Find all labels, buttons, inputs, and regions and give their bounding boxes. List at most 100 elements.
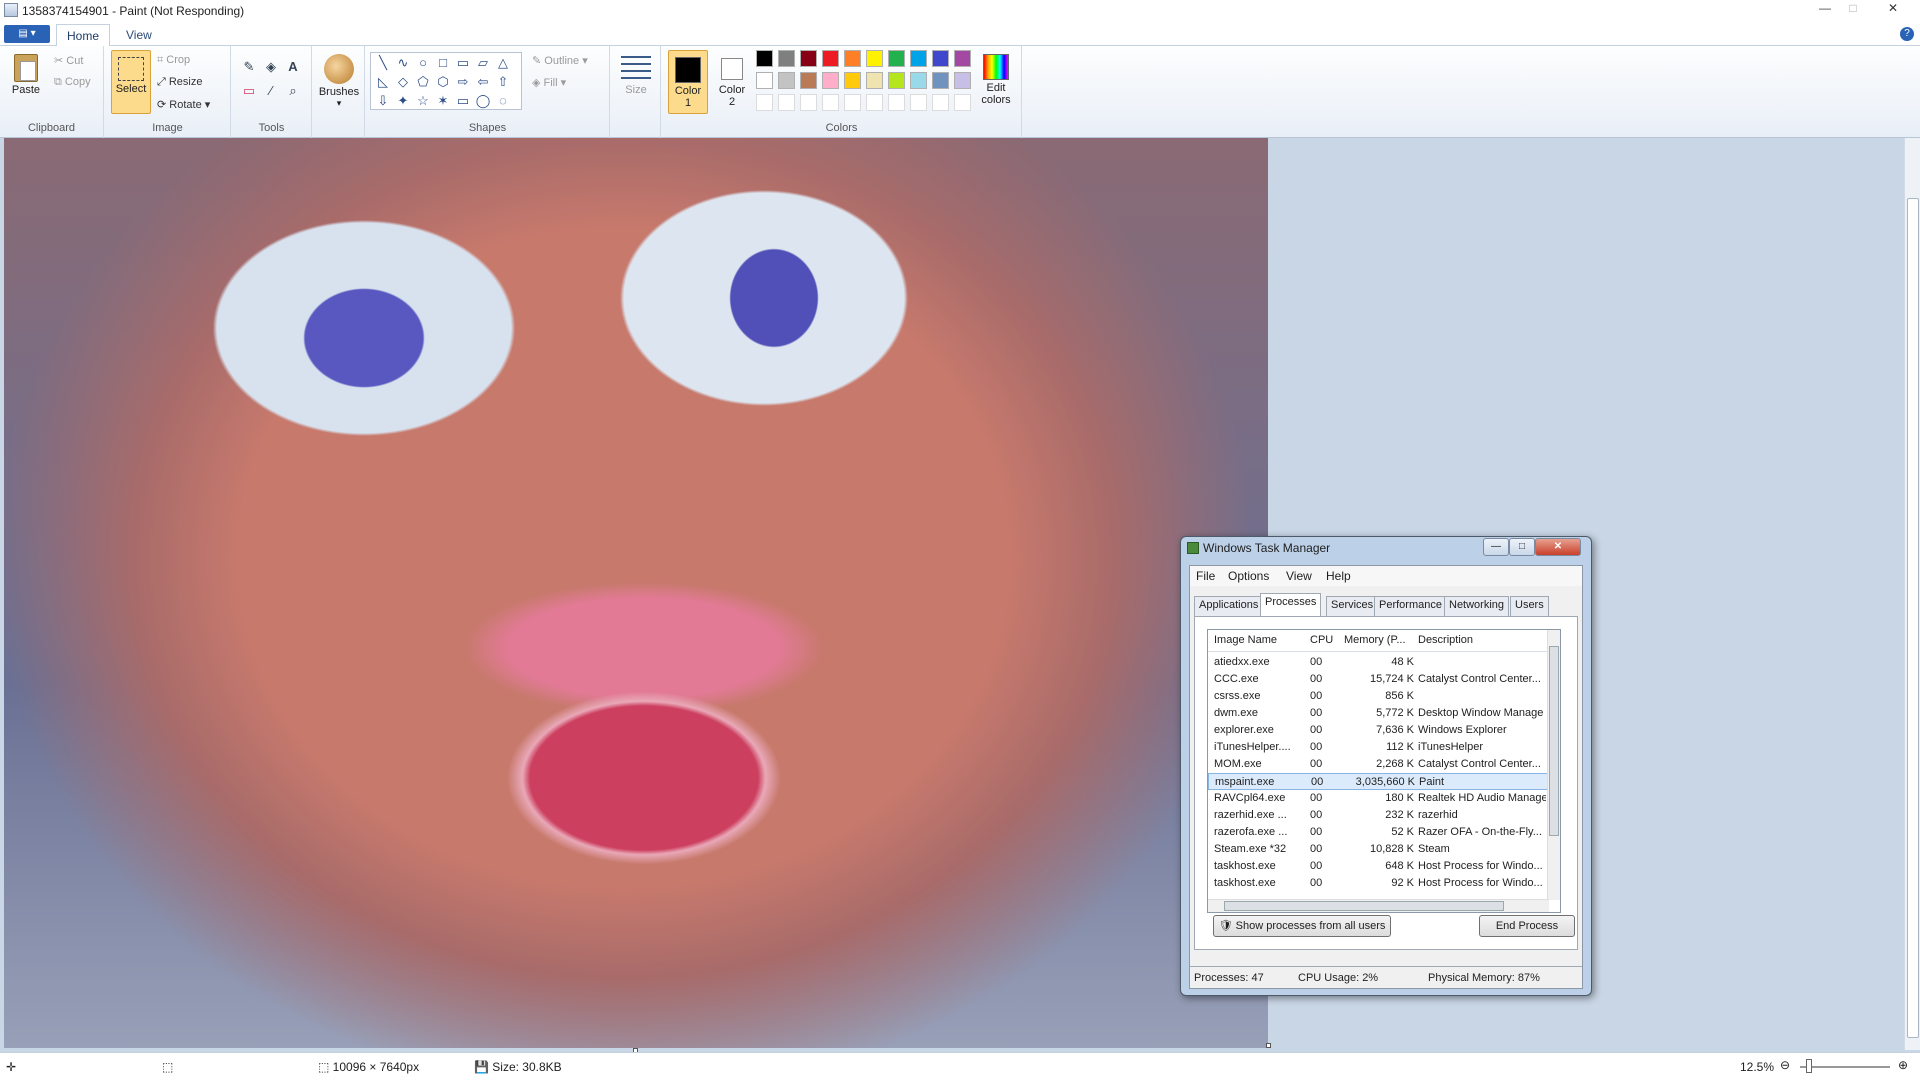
palette-swatch[interactable] [866,72,883,89]
process-row[interactable]: RAVCpl64.exe 00 180 K Realtek HD Audio Mana… [1208,790,1548,807]
shape-option-icon[interactable]: ╲ [375,55,391,71]
process-row[interactable]: explorer.exe 00 7,636 K Windows Explorer [1208,722,1548,739]
column-image-name[interactable]: Image Name [1214,634,1277,646]
column-memory[interactable]: Memory (P... [1344,634,1406,646]
text-tool-icon[interactable]: A [284,58,302,76]
paste-button[interactable]: Paste [4,50,48,112]
shape-option-icon[interactable]: ☆ [415,93,431,109]
close-button[interactable]: ✕ [1868,0,1918,18]
tm-tab-services[interactable]: Services [1326,596,1379,616]
end-process-button[interactable]: End Process [1479,915,1575,937]
process-row[interactable]: iTunesHelper.... 00 112 K iTunesHelper [1208,739,1548,756]
palette-swatch[interactable] [844,50,861,67]
tm-menu-options[interactable]: Options [1228,569,1269,583]
paint-menu-button[interactable]: ▤ ▾ [4,25,50,43]
palette-swatch[interactable] [822,50,839,67]
shape-option-icon[interactable]: ⬡ [435,74,451,90]
minimize-button[interactable]: — [1812,0,1838,18]
process-list-hscroll-thumb[interactable] [1224,901,1504,911]
process-row[interactable]: csrss.exe 00 856 K [1208,688,1548,705]
palette-swatch[interactable] [844,94,861,111]
tm-tab-users[interactable]: Users [1510,596,1549,616]
palette-swatch[interactable] [844,72,861,89]
select-button[interactable]: Select [111,50,151,114]
palette-swatch[interactable] [910,94,927,111]
scrollbar-thumb[interactable] [1907,198,1919,1038]
vertical-scrollbar[interactable] [1904,138,1920,1050]
shape-option-icon[interactable]: ⬠ [415,74,431,90]
tab-view[interactable]: View [116,24,162,46]
shape-option-icon[interactable]: ▭ [455,55,471,71]
shape-option-icon[interactable]: □ [435,55,451,71]
palette-swatch[interactable] [756,72,773,89]
shape-option-icon[interactable]: ▭ [455,93,471,109]
show-all-processes-button[interactable]: 🛡 Show processes from all users [1213,915,1391,937]
palette-swatch[interactable] [888,72,905,89]
palette-swatch[interactable] [932,94,949,111]
process-list-vertical-scrollbar[interactable] [1547,630,1560,900]
palette-swatch[interactable] [954,94,971,111]
column-cpu[interactable]: CPU [1310,634,1333,646]
tm-tab-performance[interactable]: Performance [1374,596,1447,616]
shape-option-icon[interactable]: ⇩ [375,93,391,109]
shape-option-icon[interactable]: ◯ [475,93,491,109]
tab-home[interactable]: Home [56,24,111,46]
palette-swatch[interactable] [888,50,905,67]
column-description[interactable]: Description [1418,634,1473,646]
resize-button[interactable]: ⤢ Resize [157,76,202,89]
palette-swatch[interactable] [800,50,817,67]
palette-swatch[interactable] [932,50,949,67]
zoom-slider[interactable] [1800,1066,1890,1068]
cut-button[interactable]: ✂ Cut [54,54,83,67]
palette-swatch[interactable] [778,94,795,111]
zoom-out-icon[interactable]: ⊖ [1780,1058,1790,1072]
shape-option-icon[interactable]: ▱ [475,55,491,71]
tm-menu-view[interactable]: View [1286,569,1312,583]
process-row[interactable]: MOM.exe 00 2,268 K Catalyst Control Center.… [1208,756,1548,773]
process-list-horizontal-scrollbar[interactable] [1208,899,1549,912]
palette-swatch[interactable] [778,50,795,67]
help-icon[interactable]: ? [1900,27,1914,41]
rotate-button[interactable]: ⟳ Rotate ▾ [157,98,210,111]
process-list[interactable]: Image Name CPU Memory (P... Description … [1207,629,1561,913]
size-button[interactable]: Size [617,52,655,114]
shape-option-icon[interactable]: ⇦ [475,74,491,90]
eraser-icon[interactable]: ▭ [240,82,258,100]
color2-button[interactable]: Color 2 [712,50,752,114]
palette-swatch[interactable] [954,72,971,89]
task-manager-window[interactable]: Windows Task Manager — □ ✕ File Options … [1180,536,1592,996]
shape-option-icon[interactable]: ○ [415,55,431,71]
process-row[interactable]: atiedxx.exe 00 48 K [1208,654,1548,671]
tm-menu-file[interactable]: File [1196,569,1215,583]
tm-tab-processes[interactable]: Processes [1260,593,1322,617]
process-row[interactable]: razerhid.exe ... 00 232 K razerhid [1208,807,1548,824]
drawing-canvas[interactable] [4,138,1268,1048]
palette-swatch[interactable] [800,94,817,111]
process-row[interactable]: taskhost.exe 00 92 K Host Process for Windo… [1208,875,1548,892]
shape-option-icon[interactable]: ✶ [435,93,451,109]
tm-menu-help[interactable]: Help [1326,569,1351,583]
pencil-icon[interactable]: ✎ [240,58,258,76]
paint-app-icon[interactable] [4,3,18,17]
color1-button[interactable]: Color 1 [668,50,708,114]
shape-option-icon[interactable]: ⇧ [495,74,511,90]
palette-swatch[interactable] [866,50,883,67]
process-row[interactable]: dwm.exe 00 5,772 K Desktop Window Manage [1208,705,1548,722]
tm-tab-applications[interactable]: Applications [1194,596,1264,616]
zoom-in-icon[interactable]: ⊕ [1898,1058,1908,1072]
palette-swatch[interactable] [866,94,883,111]
palette-swatch[interactable] [756,94,773,111]
tm-tab-networking[interactable]: Networking [1444,596,1510,616]
shape-option-icon[interactable]: ◺ [375,74,391,90]
process-row[interactable]: razerofa.exe ... 00 52 K Razer OFA - On-the… [1208,824,1548,841]
color-picker-icon[interactable]: ⁄ [262,82,280,100]
shape-option-icon[interactable]: ✦ [395,93,411,109]
fill-bucket-icon[interactable]: ◈ [262,58,280,76]
shape-option-icon[interactable]: ◌ [495,93,511,109]
shape-option-icon[interactable]: ⇨ [455,74,471,90]
outline-button[interactable]: ✎ Outline ▾ [532,54,588,67]
shape-option-icon[interactable]: △ [495,55,511,71]
tm-maximize-button[interactable]: □ [1509,538,1535,556]
canvas-resize-handle-corner[interactable] [1266,1043,1271,1048]
shape-option-icon[interactable]: ∿ [395,55,411,71]
